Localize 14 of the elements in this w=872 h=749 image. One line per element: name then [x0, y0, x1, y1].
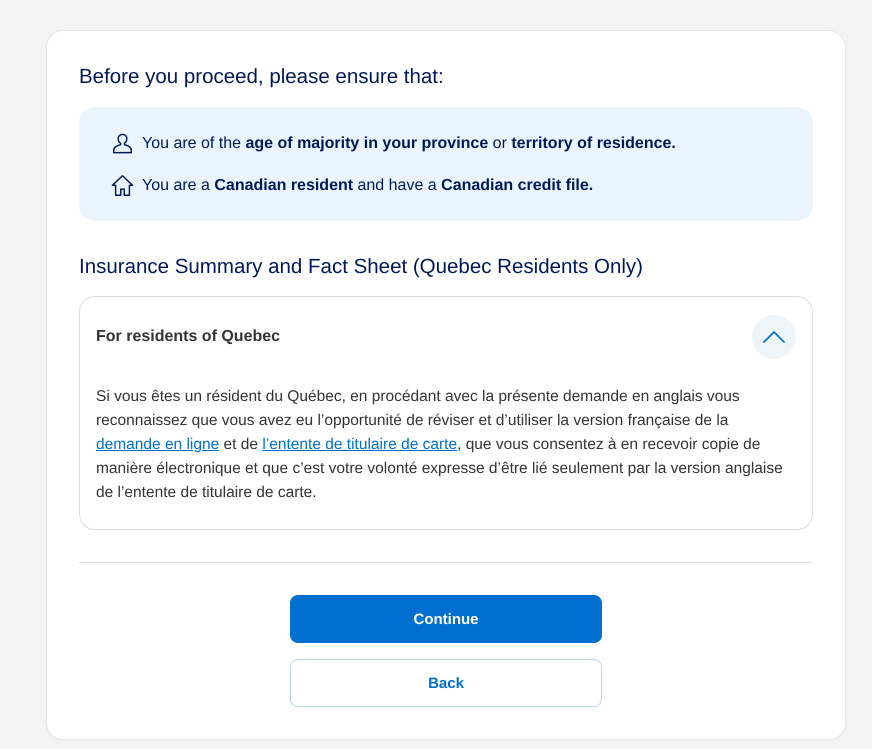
person-icon	[111, 132, 134, 155]
home-icon	[111, 174, 134, 197]
section-heading: Insurance Summary and Fact Sheet (Quebec Residents Only)	[79, 254, 644, 280]
chevron-up-icon	[763, 331, 785, 343]
page-heading: Before you proceed, please ensure that:	[79, 64, 444, 90]
continue-button[interactable]: Continue	[290, 595, 602, 643]
requirement-text: You are a Canadian resident and have a Canadian credit file.	[142, 176, 594, 196]
back-button[interactable]: Back	[290, 659, 602, 707]
collapse-button[interactable]	[752, 315, 796, 359]
paragraph-link[interactable]: demande en ligne	[96, 436, 220, 453]
requirement-text: You are of the age of majority in your province or territory of residence.	[142, 134, 676, 154]
consent-paragraph: Si vous êtes un résident du Québec, en procédant avec la présente demande en anglais vous reconnaissez que vous avez eu l’opportunité de réviser et d’utiliser la version française de la demande en ligne et de l’entente de titulaire de carte, que vous consentez à en recevoir copie de manière électronique et que c’est votre volonté expresse d’être lié seulement par la version anglaise de l’entente de titulaire de carte.	[96, 387, 784, 503]
accordion-title: For residents of Quebec	[96, 328, 280, 346]
paragraph-link[interactable]: l’entente de titulaire de carte	[262, 436, 458, 453]
